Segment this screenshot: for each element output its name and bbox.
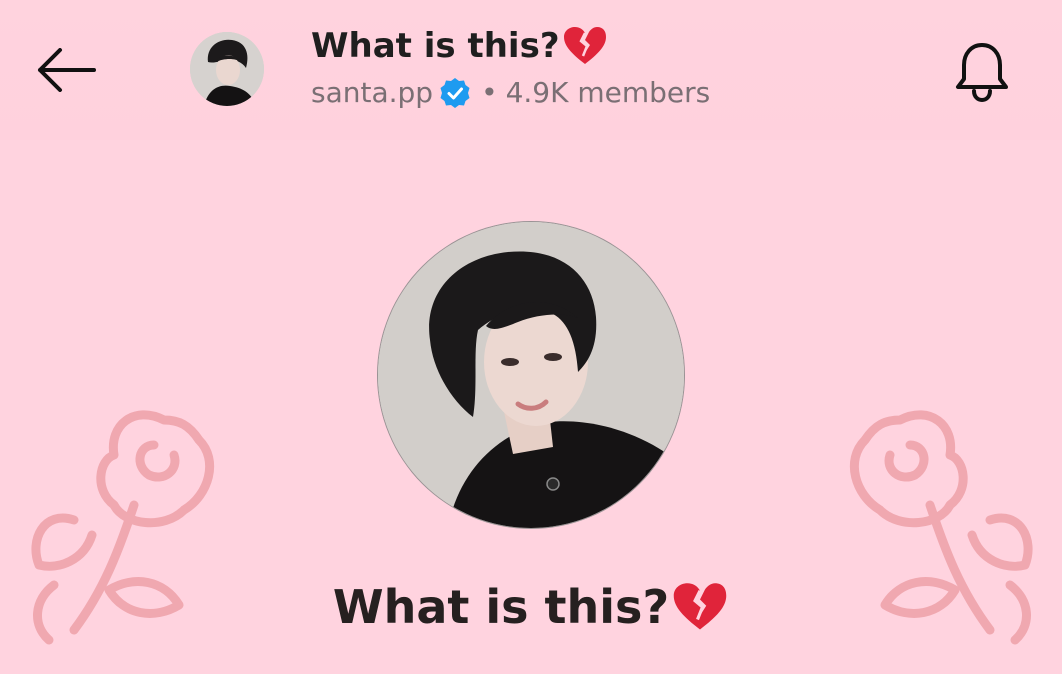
channel-name-heading: What is this? — [0, 580, 1062, 634]
channel-header: What is this? santa.pp • 4.9K members — [0, 0, 1062, 140]
verified-badge-icon — [440, 77, 470, 108]
profile-photo — [378, 222, 684, 528]
channel-avatar[interactable] — [190, 32, 264, 106]
channel-profile-picture[interactable] — [378, 222, 684, 528]
arrow-left-icon — [38, 48, 96, 92]
separator-dot: • — [481, 76, 498, 109]
member-count: 4.9K members — [505, 76, 711, 109]
channel-title-text: What is this? — [311, 26, 560, 66]
bell-icon — [956, 43, 1008, 103]
channel-title: What is this? — [311, 26, 608, 66]
channel-name-text: What is this? — [332, 580, 670, 634]
notifications-button[interactable] — [946, 36, 1018, 108]
back-button[interactable] — [30, 40, 102, 100]
broken-heart-icon — [673, 582, 727, 629]
channel-subtitle: santa.pp • 4.9K members — [311, 76, 710, 109]
channel-screen: What is this? santa.pp • 4.9K members Wh… — [0, 0, 1062, 674]
broken-heart-icon — [563, 27, 606, 64]
channel-handle: santa.pp — [311, 76, 434, 109]
profile-photo — [190, 32, 264, 106]
